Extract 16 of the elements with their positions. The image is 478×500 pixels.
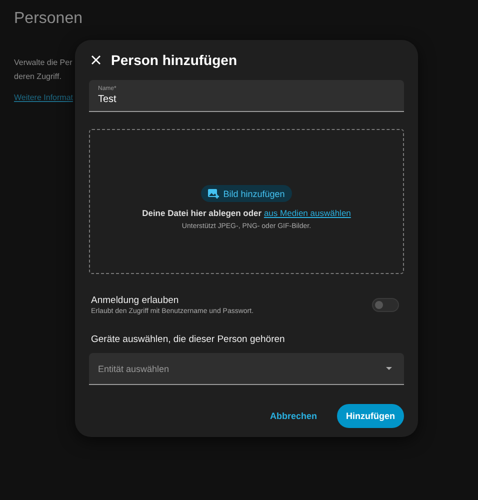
login-title: Anmeldung erlauben xyxy=(91,295,180,306)
devices-heading: Geräte auswählen, die dieser Person gehören xyxy=(90,334,286,345)
add-button[interactable]: Hinzufügen xyxy=(337,404,404,428)
add-image-icon xyxy=(208,188,220,199)
cancel-button[interactable]: Abbrechen xyxy=(264,407,323,425)
page-title: Personen xyxy=(14,10,84,28)
close-icon[interactable] xyxy=(91,55,101,65)
description-text: Verwalte die Per xyxy=(14,57,72,69)
description-text: deren Zugriff. xyxy=(14,71,62,83)
dialog-title: Person hinzufügen xyxy=(111,52,237,68)
media-link[interactable]: aus Medien auswählen xyxy=(264,208,351,218)
login-toggle[interactable] xyxy=(372,298,399,312)
add-image-button[interactable]: Bild hinzufügen xyxy=(201,185,292,202)
entity-select[interactable]: Entität auswählen xyxy=(89,353,404,385)
dropdown-icon xyxy=(386,367,392,370)
drop-instructions: Deine Datei hier ablegen oder aus Medien auswählen xyxy=(142,208,351,218)
